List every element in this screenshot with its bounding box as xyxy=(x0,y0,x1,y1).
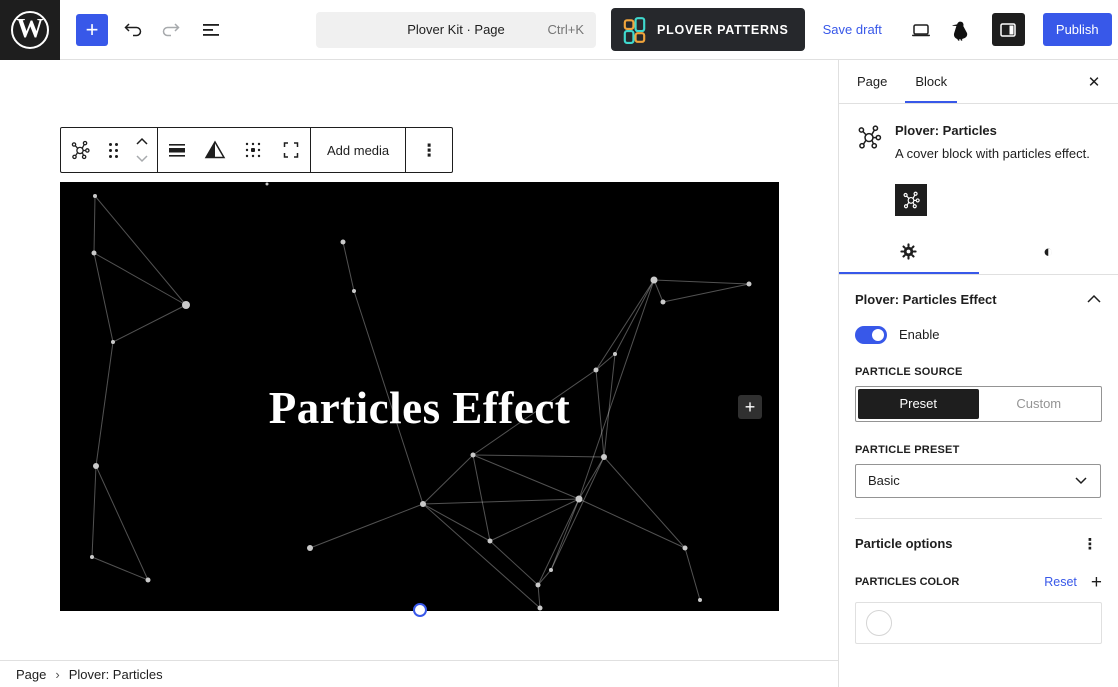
tab-styles[interactable]: ◐ xyxy=(979,230,1118,274)
block-toolbar: Add media ⋮ xyxy=(60,127,453,173)
styles-half-circle-icon: ◐ xyxy=(1043,243,1053,260)
settings-styles-tabs: ◐ xyxy=(839,230,1118,275)
particle-preset-value: Basic xyxy=(868,473,900,488)
particle-preset-select[interactable]: Basic xyxy=(855,464,1101,498)
block-toolbar-group-media: Add media xyxy=(310,128,405,172)
breadcrumb-page[interactable]: Page xyxy=(16,667,46,682)
list-view-button[interactable] xyxy=(194,13,228,47)
particles-effect-panel-header[interactable]: Plover: Particles Effect xyxy=(839,275,1118,324)
block-toolbar-group-main xyxy=(61,128,157,172)
move-up-button[interactable] xyxy=(134,132,150,150)
gear-icon xyxy=(899,242,918,261)
enable-toggle-row: Enable xyxy=(839,324,1118,344)
chevron-down-icon xyxy=(134,153,150,165)
add-media-button[interactable]: Add media xyxy=(311,128,405,172)
block-icon-preview xyxy=(895,184,927,216)
redo-icon xyxy=(160,19,182,41)
plover-patterns-label: PLOVER PATTERNS xyxy=(657,23,789,37)
source-option-custom[interactable]: Custom xyxy=(979,389,1100,419)
topbar-actions: Publish ⋮ xyxy=(904,13,1118,47)
particles-color-label: PARTICLES COLOR xyxy=(855,576,1044,588)
plover-bird-button[interactable] xyxy=(944,13,978,47)
command-center[interactable]: Plover Kit · Page Ctrl+K xyxy=(316,12,596,48)
cover-block-inserter-button[interactable]: + xyxy=(738,395,762,419)
command-center-shortcut: Ctrl+K xyxy=(548,22,584,37)
plover-patterns-icon xyxy=(621,16,648,44)
full-height-button[interactable] xyxy=(272,128,310,172)
cover-block[interactable]: Particles Effect + xyxy=(60,182,779,611)
cover-heading[interactable]: Particles Effect xyxy=(60,182,779,611)
particle-source-control: Preset Custom xyxy=(855,386,1102,422)
particles-card-icon xyxy=(855,123,883,151)
enable-label: Enable xyxy=(899,327,939,342)
chevron-down-icon xyxy=(1074,476,1088,485)
chevron-up-icon xyxy=(134,135,150,147)
color-swatch[interactable] xyxy=(866,610,892,636)
close-icon: ✕ xyxy=(1088,73,1101,91)
command-center-title: Plover Kit · Page xyxy=(407,22,505,37)
editor-topbar: W + Plover Kit · Page Ctrl+K PLOVER PAT xyxy=(0,0,1118,60)
sidebar-panel-icon xyxy=(998,20,1018,40)
breadcrumb: Page › Plover: Particles xyxy=(0,660,838,687)
particles-block-icon xyxy=(69,139,91,161)
wordpress-menu-button[interactable]: W xyxy=(0,0,60,60)
block-mover xyxy=(127,128,157,172)
redo-button[interactable] xyxy=(154,13,188,47)
source-option-preset[interactable]: Preset xyxy=(858,389,979,419)
wordpress-icon: W xyxy=(11,11,49,49)
align-button[interactable] xyxy=(158,128,196,172)
cover-resize-handle[interactable] xyxy=(413,603,427,617)
tab-block[interactable]: Block xyxy=(905,60,957,103)
publish-button[interactable]: Publish xyxy=(1043,13,1112,46)
breadcrumb-current: Plover: Particles xyxy=(69,667,163,682)
breadcrumb-separator-icon: › xyxy=(55,667,59,682)
sidebar-tabs: Page Block ✕ xyxy=(839,60,1118,104)
drag-dots-icon xyxy=(109,143,118,158)
align-icon xyxy=(167,140,187,160)
tab-page[interactable]: Page xyxy=(847,60,897,103)
undo-icon xyxy=(122,19,144,41)
plover-bird-icon xyxy=(950,19,971,41)
block-toolbar-group-options: ⋮ xyxy=(405,128,452,172)
editor-canvas-area: Add media ⋮ Particles Effect + Page › Pl… xyxy=(0,60,838,687)
enable-toggle[interactable] xyxy=(855,326,887,344)
undo-button[interactable] xyxy=(116,13,150,47)
position-grid-icon xyxy=(243,140,263,160)
tab-settings[interactable] xyxy=(839,230,979,274)
particles-color-picker xyxy=(855,602,1102,644)
kebab-icon: ⋮ xyxy=(415,142,443,159)
move-down-button[interactable] xyxy=(134,150,150,168)
chevron-up-icon xyxy=(1086,294,1102,304)
reset-color-button[interactable]: Reset xyxy=(1044,575,1077,589)
block-card-title: Plover: Particles xyxy=(895,123,1090,138)
drag-handle[interactable] xyxy=(99,128,127,172)
block-inserter-button[interactable]: + xyxy=(76,14,108,46)
particle-options-menu[interactable]: ⋮ xyxy=(1078,535,1102,553)
block-card: Plover: Particles A cover block with par… xyxy=(839,104,1118,170)
block-type-button[interactable] xyxy=(61,128,99,172)
panel-title: Plover: Particles Effect xyxy=(855,292,997,307)
add-color-button[interactable]: + xyxy=(1091,573,1102,592)
block-options-menu[interactable]: ⋮ xyxy=(406,128,452,172)
particles-preview-icon xyxy=(901,190,921,210)
particle-options-row: Particle options ⋮ xyxy=(839,519,1118,553)
desktop-icon xyxy=(909,18,933,42)
particles-color-row: PARTICLES COLOR Reset + xyxy=(839,553,1118,602)
block-card-description: A cover block with particles effect. xyxy=(895,145,1090,164)
particle-preset-label: PARTICLE PRESET xyxy=(839,422,1118,464)
save-draft-button[interactable]: Save draft xyxy=(823,22,882,37)
view-button[interactable] xyxy=(904,13,938,47)
full-height-brackets-icon xyxy=(281,140,301,160)
settings-sidebar-toggle[interactable] xyxy=(992,13,1025,46)
particle-options-title: Particle options xyxy=(855,536,953,551)
duotone-filter-button[interactable] xyxy=(196,128,234,172)
settings-sidebar: Page Block ✕ Plover: Particles A cover b… xyxy=(838,60,1118,687)
close-sidebar-button[interactable]: ✕ xyxy=(1078,66,1110,98)
block-toolbar-group-cover xyxy=(157,128,310,172)
list-view-icon xyxy=(200,19,222,41)
duotone-triangle-icon xyxy=(204,140,226,160)
content-position-button[interactable] xyxy=(234,128,272,172)
particle-source-label: PARTICLE SOURCE xyxy=(839,344,1118,386)
plover-patterns-button[interactable]: PLOVER PATTERNS xyxy=(611,8,805,51)
